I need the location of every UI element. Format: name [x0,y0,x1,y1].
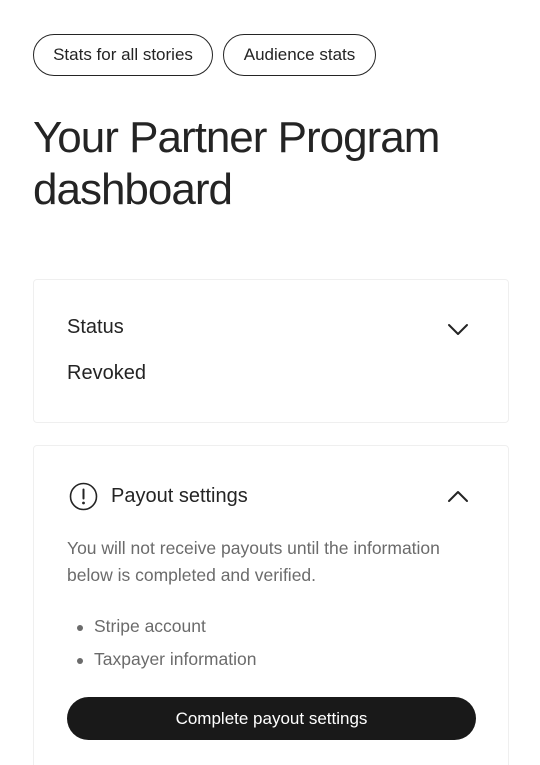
list-item: Stripe account [67,610,256,643]
chevron-down-icon[interactable] [446,318,470,342]
tab-stats-for-all-stories[interactable]: Stats for all stories [33,34,213,76]
payout-settings-heading: Payout settings [111,485,248,507]
requirements-list: Stripe account Taxpayer information [67,610,256,676]
status-value: Revoked [67,362,146,384]
payout-description: You will not receive payouts until the i… [67,538,440,585]
tab-audience-stats[interactable]: Audience stats [223,34,376,76]
list-item: Taxpayer information [67,643,256,676]
payout-settings-card: Payout settings You will not receive pay… [33,445,509,765]
complete-payout-settings-button[interactable]: Complete payout settings [67,697,476,740]
status-heading: Status [67,316,124,338]
page-title: Your Partner Program dashboard [33,113,440,214]
alert-circle-icon [69,482,98,511]
partner-program-page: Stats for all stories Audience stats You… [0,0,540,765]
status-card: Status Revoked [33,279,509,423]
chevron-up-icon[interactable] [446,484,470,508]
